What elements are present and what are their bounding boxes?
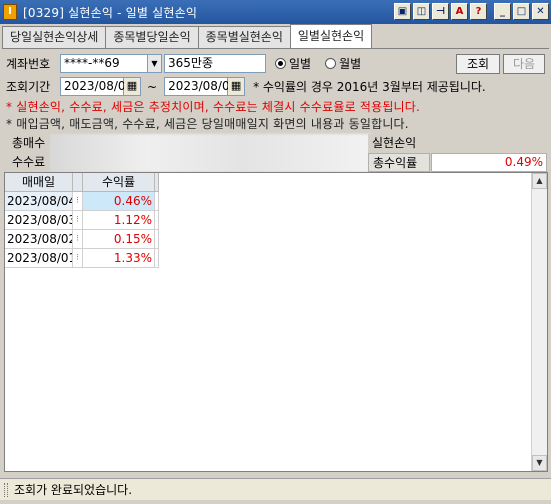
period-row: 조회기간 2023/08/01 ▦ ~ 2023/08/04 ▦ * 수익률의 … [6, 77, 486, 96]
account-label: 계좌번호 [6, 57, 51, 71]
chevron-down-icon[interactable]: ▼ [148, 54, 162, 73]
date-from-field[interactable]: 2023/08/01 [60, 77, 133, 96]
daily-pnl-grid[interactable]: 매매일 수익률 2023/08/04 ⁝ 0.46% 2023/08/03 ⁝ … [4, 172, 548, 472]
cell-return: 1.12% [83, 211, 155, 230]
grid-header: 매매일 수익률 [5, 173, 159, 192]
tab-stock-realized-pnl[interactable]: 종목별실현손익 [197, 26, 291, 48]
close-icon[interactable]: ✕ [532, 3, 549, 20]
info-note: * 매입금액, 매도금액, 수수료, 세금은 당일매매일지 화면의 내용과 동일… [6, 117, 409, 131]
period-label: 조회기간 [6, 80, 51, 94]
link-icon[interactable]: ▣ [394, 3, 411, 20]
app-icon: I [3, 4, 17, 20]
tab-stock-daily-pnl[interactable]: 종목별당일손익 [105, 26, 199, 48]
status-bar: 조회가 완료되었습니다. [0, 478, 551, 500]
cell-masked: ⁝ [73, 230, 83, 249]
table-row[interactable]: 2023/08/01 ⁝ 1.33% [5, 249, 159, 268]
account-row: 계좌번호 ****-**69 ▼ 365만종 일별 월별 [6, 54, 361, 73]
cell-tail [155, 249, 159, 268]
cell-date: 2023/08/01 [5, 249, 73, 268]
cell-date: 2023/08/03 [5, 211, 73, 230]
table-row[interactable]: 2023/08/02 ⁝ 0.15% [5, 230, 159, 249]
header-trade-date[interactable]: 매매일 [5, 173, 73, 192]
period-tilde: ~ [147, 79, 158, 94]
cell-masked: ⁝ [73, 249, 83, 268]
period-note: * 수익률의 경우 2016년 3월부터 제공됩니다. [253, 80, 486, 94]
cell-return: 0.15% [83, 230, 155, 249]
realized-pnl-label: 실현손익 [368, 134, 430, 153]
header-masked [73, 173, 83, 192]
cell-date: 2023/08/04 [5, 192, 73, 211]
vertical-scrollbar[interactable]: ▲ ▼ [531, 173, 547, 471]
total-buy-label: 총매수 [8, 134, 48, 153]
account-name-field: 365만종 [164, 54, 266, 73]
maximize-icon[interactable]: □ [513, 3, 530, 20]
tab-daily-realized-pnl[interactable]: 일별실현손익 [289, 24, 373, 48]
grip-icon [4, 482, 8, 497]
cell-tail [155, 230, 159, 249]
title-bar: I [0329] 실현손익 - 일별 실현손익 ▣ ◫ ⊣ A ? _ □ ✕ [0, 0, 551, 24]
cell-return: 1.33% [83, 249, 155, 268]
minimize-icon[interactable]: _ [494, 3, 511, 20]
radio-monthly[interactable] [325, 58, 337, 69]
calendar-icon[interactable]: ▦ [228, 77, 246, 96]
cell-masked: ⁝ [73, 211, 83, 230]
title-bar-buttons: ▣ ◫ ⊣ A ? _ □ ✕ [394, 3, 549, 20]
total-return-label: 총수익률 [368, 153, 430, 172]
radio-daily[interactable] [275, 58, 286, 69]
font-icon[interactable]: A [451, 3, 468, 20]
cell-tail [155, 192, 159, 211]
next-button[interactable]: 다음 [503, 54, 545, 74]
fee-label: 수수료 [8, 153, 48, 172]
summary-panel: 총매수 수수료 실현손익 총수익률 0.49% [8, 134, 547, 172]
tab-divider [2, 48, 549, 49]
help-icon[interactable]: ? [470, 3, 487, 20]
account-number-field[interactable]: ****-**69 [60, 54, 148, 73]
cell-masked: ⁝ [73, 192, 83, 211]
window-icon[interactable]: ◫ [413, 3, 430, 20]
tab-strip: 당일실현손익상세 종목별당일손익 종목별실현손익 일별실현손익 [2, 24, 373, 48]
table-row[interactable]: 2023/08/03 ⁝ 1.12% [5, 211, 159, 230]
scroll-up-icon[interactable]: ▲ [532, 173, 547, 189]
warning-note: * 실현손익, 수수료, 세금은 추정치이며, 수수료는 체결시 수수료율로 적… [6, 100, 421, 114]
window-title: [0329] 실현손익 - 일별 실현손익 [23, 5, 198, 20]
header-tail [155, 173, 159, 192]
cell-date: 2023/08/02 [5, 230, 73, 249]
calendar-icon[interactable]: ▦ [124, 77, 141, 96]
header-return[interactable]: 수익률 [83, 173, 155, 192]
pin-icon[interactable]: ⊣ [432, 3, 449, 20]
radio-monthly-label: 월별 [339, 57, 362, 71]
masked-summary [50, 134, 372, 172]
total-return-value: 0.49% [431, 153, 547, 172]
status-message: 조회가 완료되었습니다. [14, 483, 133, 497]
cell-return: 0.46% [83, 192, 155, 211]
cell-tail [155, 211, 159, 230]
date-to-field[interactable]: 2023/08/04 [164, 77, 237, 96]
scroll-down-icon[interactable]: ▼ [532, 455, 547, 471]
tab-daily-realized-detail[interactable]: 당일실현손익상세 [2, 26, 107, 48]
table-row[interactable]: 2023/08/04 ⁝ 0.46% [5, 192, 159, 211]
radio-daily-label: 일별 [289, 57, 312, 71]
query-button[interactable]: 조회 [456, 54, 500, 74]
